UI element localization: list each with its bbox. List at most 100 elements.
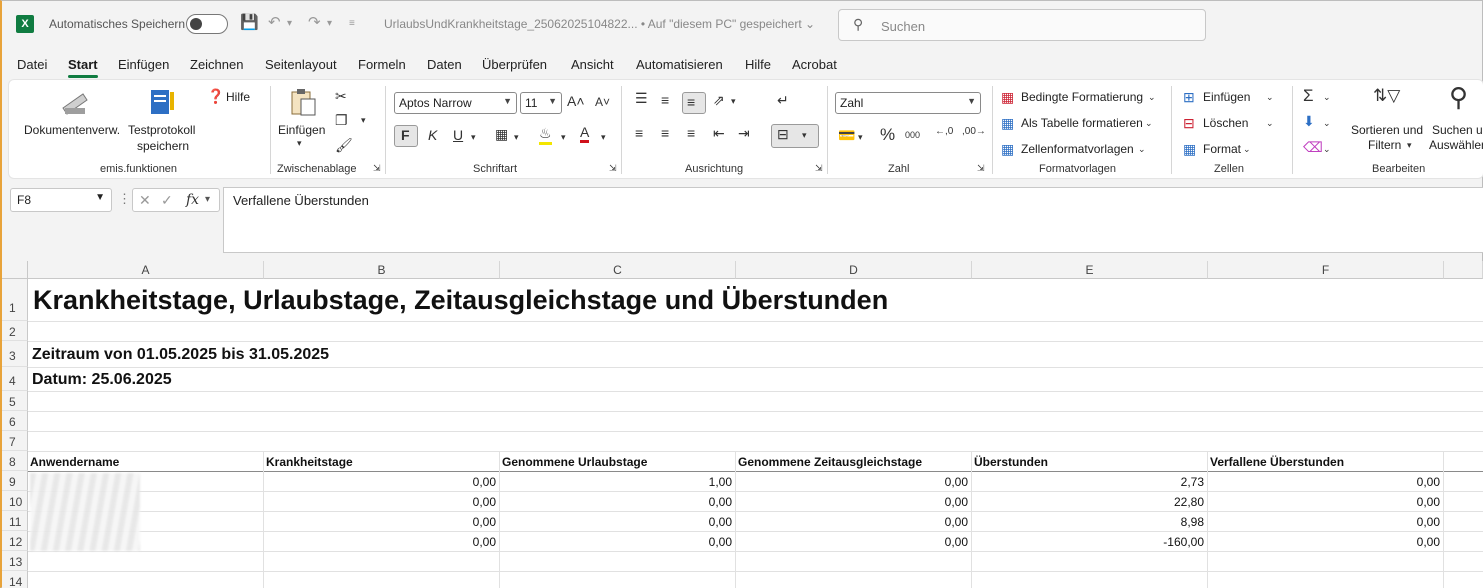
data-cell[interactable]: 22,80	[972, 495, 1204, 509]
align-top-icon[interactable]: ☰	[635, 90, 648, 107]
fill-dropdown-icon[interactable]: ⌄	[1323, 118, 1331, 129]
italic-button[interactable]: K	[428, 127, 437, 143]
data-cell[interactable]: 0,00	[1208, 515, 1440, 529]
find-select-label-2[interactable]: Auswählen	[1429, 138, 1483, 152]
row-header[interactable]: 5	[2, 391, 28, 411]
save-icon[interactable]: 💾	[240, 13, 259, 31]
row-header[interactable]: 8	[2, 451, 28, 471]
column-header-a[interactable]: A	[28, 261, 264, 279]
copy-icon[interactable]: ❐	[335, 112, 348, 129]
row-header[interactable]: 10	[2, 491, 28, 511]
sort-filter-dropdown-icon[interactable]: ▾	[1407, 140, 1412, 151]
data-cell[interactable]: 1,00	[500, 475, 732, 489]
row-header[interactable]: 9	[2, 471, 28, 491]
format-cells-dropdown-icon[interactable]: ⌄	[1243, 144, 1251, 155]
sort-filter-label-2[interactable]: Filtern	[1368, 138, 1401, 152]
cell-styles-dropdown-icon[interactable]: ⌄	[1138, 144, 1146, 155]
fill-icon[interactable]: ⬇	[1303, 113, 1315, 130]
data-cell[interactable]: 0,00	[736, 475, 968, 489]
delete-cells-dropdown-icon[interactable]: ⌄	[1266, 118, 1274, 129]
column-header-e[interactable]: E	[972, 261, 1208, 279]
percent-icon[interactable]: %	[880, 125, 895, 145]
clear-dropdown-icon[interactable]: ⌄	[1323, 144, 1331, 155]
clipboard-launcher-icon[interactable]: ⇲	[373, 163, 381, 174]
tab-einfuegen[interactable]: Einfügen	[118, 57, 169, 72]
underline-dropdown-icon[interactable]: ▾	[471, 132, 476, 143]
test-protocol-label-1[interactable]: Testprotokoll	[128, 123, 195, 137]
header-cell[interactable]: Überstunden	[974, 455, 1048, 469]
search-box[interactable]: ⚲ Suchen	[838, 9, 1206, 41]
tab-seitenlayout[interactable]: Seitenlayout	[265, 57, 337, 72]
row-header[interactable]: 13	[2, 551, 28, 571]
format-painter-icon[interactable]: 🖌	[335, 137, 353, 154]
row-header[interactable]: 6	[2, 411, 28, 431]
data-cell[interactable]: 0,00	[264, 475, 496, 489]
column-header-d[interactable]: D	[736, 261, 972, 279]
data-cell[interactable]: 0,00	[264, 535, 496, 549]
formula-dropdown-icon[interactable]: ▾	[205, 194, 210, 205]
data-cell[interactable]: 2,73	[972, 475, 1204, 489]
increase-decimal-icon[interactable]: ←,0	[935, 126, 953, 137]
row-header[interactable]: 12	[2, 531, 28, 551]
confirm-icon[interactable]: ✓	[161, 192, 173, 209]
data-cell[interactable]: 0,00	[736, 535, 968, 549]
header-cell[interactable]: Genommene Urlaubstage	[502, 455, 647, 469]
header-cell[interactable]: Verfallene Überstunden	[1210, 455, 1344, 469]
data-cell[interactable]: 0,00	[264, 495, 496, 509]
column-header-b[interactable]: B	[264, 261, 500, 279]
header-cell[interactable]: Genommene Zeitausgleichstage	[738, 455, 922, 469]
date-cell[interactable]: Datum: 25.06.2025	[32, 371, 172, 389]
paste-dropdown-icon[interactable]: ▾	[297, 138, 302, 149]
align-left-icon[interactable]: ≡	[635, 125, 643, 141]
row-header[interactable]: 1	[2, 279, 28, 321]
customize-toolbar-icon[interactable]: ≡	[349, 18, 355, 29]
alignment-launcher-icon[interactable]: ⇲	[815, 163, 823, 174]
document-manager-button[interactable]: Dokumentenverw.	[24, 123, 120, 137]
align-center-icon[interactable]: ≡	[661, 125, 669, 141]
tab-zeichnen[interactable]: Zeichnen	[190, 57, 243, 72]
wrap-text-icon[interactable]: ↵	[777, 92, 789, 109]
decrease-font-icon[interactable]: A˅	[595, 95, 610, 109]
decrease-indent-icon[interactable]: ⇤	[713, 125, 725, 142]
delete-cells-button[interactable]: Löschen	[1203, 116, 1248, 130]
period-cell[interactable]: Zeitraum von 01.05.2025 bis 31.05.2025	[32, 346, 329, 364]
undo-icon[interactable]: ↶	[268, 13, 281, 31]
find-select-label-1[interactable]: Suchen und	[1432, 123, 1483, 137]
tab-daten[interactable]: Daten	[427, 57, 462, 72]
tab-hilfe[interactable]: Hilfe	[745, 57, 771, 72]
data-cell[interactable]: 0,00	[264, 515, 496, 529]
data-cell[interactable]: 0,00	[500, 535, 732, 549]
decrease-decimal-icon[interactable]: ,00→	[962, 126, 986, 137]
tab-start[interactable]: Start	[68, 57, 98, 72]
fill-color-dropdown-icon[interactable]: ▾	[561, 132, 566, 143]
copy-dropdown-icon[interactable]: ▾	[361, 115, 366, 126]
name-box[interactable]: F8 ▼	[10, 188, 112, 212]
sort-filter-label-1[interactable]: Sortieren und	[1351, 123, 1423, 137]
undo-dropdown-icon[interactable]: ▾	[287, 18, 292, 29]
underline-button[interactable]: U	[453, 127, 463, 143]
column-header-f[interactable]: F	[1208, 261, 1444, 279]
data-cell[interactable]: 0,00	[736, 515, 968, 529]
data-cell[interactable]: -160,00	[972, 535, 1204, 549]
column-header-c[interactable]: C	[500, 261, 736, 279]
autosave-toggle[interactable]	[186, 14, 228, 34]
borders-dropdown-icon[interactable]: ▾	[514, 132, 519, 143]
data-cell[interactable]: 0,00	[500, 515, 732, 529]
redo-dropdown-icon[interactable]: ▾	[327, 18, 332, 29]
row-header[interactable]: 2	[2, 321, 28, 341]
tab-ueberpruefen[interactable]: Überprüfen	[482, 57, 547, 72]
row-header[interactable]: 7	[2, 431, 28, 451]
test-protocol-label-2[interactable]: speichern	[137, 139, 189, 153]
format-as-table-dropdown-icon[interactable]: ⌄	[1145, 118, 1153, 129]
select-all-corner[interactable]	[2, 261, 28, 279]
more-options-icon[interactable]: ⋮	[118, 191, 131, 207]
paste-button[interactable]: Einfügen	[278, 123, 325, 137]
data-cell[interactable]: 0,00	[736, 495, 968, 509]
worksheet-grid[interactable]: A B C D E F 1 2 3 4 5 6 7 8 9 10 11 12 1…	[2, 261, 1483, 588]
borders-icon[interactable]: ▦	[495, 126, 508, 143]
row-header[interactable]: 14	[2, 571, 28, 588]
cell-styles-button[interactable]: Zellenformatvorlagen	[1021, 142, 1134, 156]
header-cell[interactable]: Anwendername	[30, 455, 119, 469]
insert-cells-dropdown-icon[interactable]: ⌄	[1266, 92, 1274, 103]
increase-indent-icon[interactable]: ⇥	[738, 125, 750, 142]
